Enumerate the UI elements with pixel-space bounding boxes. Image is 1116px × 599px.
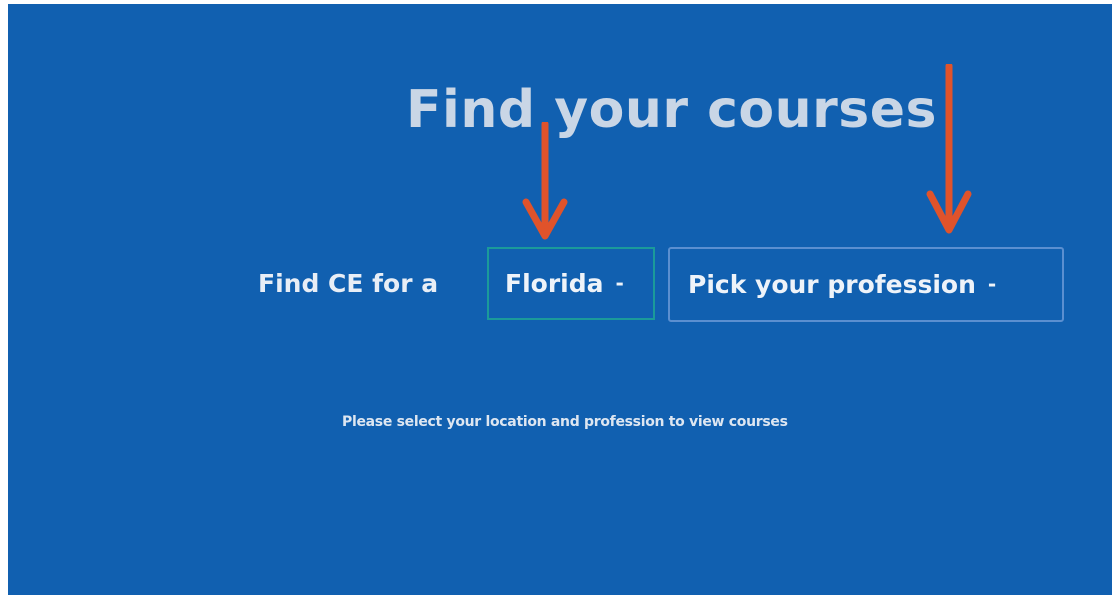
- find-ce-label: Find CE for a: [258, 269, 439, 298]
- state-dropdown-value: Florida: [505, 269, 604, 298]
- caret-down-icon: -: [615, 270, 624, 295]
- state-dropdown[interactable]: Florida -: [487, 247, 655, 320]
- caret-down-icon: -: [987, 271, 997, 296]
- profession-dropdown[interactable]: Pick your profession -: [668, 247, 1064, 322]
- helper-text: Please select your location and professi…: [342, 414, 788, 430]
- page-title: Find your courses: [406, 80, 937, 140]
- down-arrow-icon: [522, 122, 568, 240]
- profession-dropdown-value: Pick your profession: [688, 270, 976, 299]
- course-finder-panel: Find your courses Find CE for a Florida …: [8, 4, 1112, 595]
